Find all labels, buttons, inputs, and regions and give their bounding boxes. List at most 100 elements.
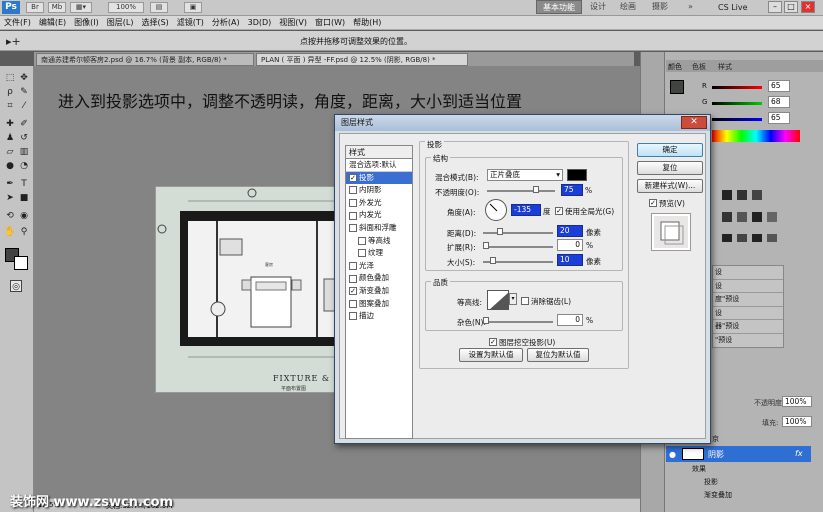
style-contour[interactable]: 等高线	[346, 235, 412, 248]
spread-slider[interactable]	[483, 246, 553, 248]
menu-analysis[interactable]: 分析(A)	[208, 16, 244, 30]
checkbox-icon[interactable]	[349, 186, 357, 195]
menu-file[interactable]: 文件(F)	[0, 16, 35, 30]
cs-live-button[interactable]: CS Live	[718, 1, 748, 14]
fx-icon[interactable]: fx	[795, 449, 803, 458]
g-slider[interactable]	[712, 102, 762, 105]
maximize-icon[interactable]: □	[784, 1, 798, 13]
history-brush-icon[interactable]: ↺	[18, 132, 30, 144]
workspace-painting[interactable]: 绘画	[614, 0, 642, 14]
style-drop-shadow[interactable]: ✓ 投影	[346, 171, 412, 185]
hand-tool-icon[interactable]: ✋	[4, 226, 16, 238]
brush-tool-icon[interactable]: ✐	[18, 118, 30, 130]
opacity-slider-thumb[interactable]	[533, 186, 539, 193]
noise-slider[interactable]	[483, 321, 553, 323]
preset-item[interactable]: 器"预设	[713, 320, 783, 334]
menu-window[interactable]: 窗口(W)	[311, 16, 349, 30]
r-value-field[interactable]: 65	[768, 80, 790, 92]
panel-fg-swatch[interactable]	[670, 80, 684, 94]
style-outer-glow[interactable]: 外发光	[346, 197, 412, 210]
menu-filter[interactable]: 滤镜(T)	[173, 16, 208, 30]
ok-button[interactable]: 确定	[637, 143, 703, 157]
preset-item[interactable]: 设	[713, 266, 783, 280]
b-value-field[interactable]: 65	[768, 112, 790, 124]
type-tool-icon[interactable]: T	[18, 178, 30, 190]
noise-field[interactable]: 0	[557, 314, 583, 326]
angle-field[interactable]: -135	[511, 204, 541, 216]
checkbox-icon[interactable]	[349, 262, 357, 271]
tab-swatches[interactable]: 色板	[692, 62, 706, 72]
lasso-tool-icon[interactable]: ρ	[4, 86, 16, 98]
style-satin[interactable]: 光泽	[346, 260, 412, 273]
style-gradient-overlay[interactable]: ✓ 渐变叠加	[346, 285, 412, 298]
menu-3d[interactable]: 3D(D)	[244, 16, 276, 30]
screen-mode-icon[interactable]: ▣	[184, 2, 202, 13]
set-default-button[interactable]: 设置为默认值	[459, 348, 523, 362]
minibridge-icon[interactable]: Mb	[48, 2, 66, 13]
3d-rotate-icon[interactable]: ⟲	[4, 210, 16, 222]
style-texture[interactable]: 纹理	[346, 247, 412, 260]
bridge-icon[interactable]: Br	[26, 2, 44, 13]
spread-field[interactable]: 0	[557, 239, 583, 251]
checkbox-icon[interactable]: ✓	[349, 287, 357, 296]
workspace-photography[interactable]: 摄影	[646, 0, 674, 14]
workspace-essentials[interactable]: 基本功能	[536, 0, 582, 14]
layer-name[interactable]: 阴影	[708, 449, 724, 460]
checkbox-icon[interactable]	[349, 274, 357, 283]
menu-layer[interactable]: 图层(L)	[103, 16, 138, 30]
effect-gradient-overlay[interactable]: 渐变叠加	[704, 490, 732, 500]
knockout-checkbox[interactable]: ✓	[489, 338, 497, 346]
tab-color[interactable]: 颜色	[668, 62, 682, 72]
move-tool-icon[interactable]: ▸+	[6, 35, 21, 48]
size-slider-thumb[interactable]	[490, 257, 496, 264]
checkbox-icon[interactable]	[358, 236, 366, 245]
checkbox-icon[interactable]	[349, 199, 357, 208]
spread-slider-thumb[interactable]	[483, 242, 489, 249]
global-light-checkbox[interactable]: ✓	[555, 207, 563, 215]
dodge-tool-icon[interactable]: ◔	[18, 160, 30, 172]
preset-item[interactable]: 设	[713, 280, 783, 293]
pen-tool-icon[interactable]: ✒	[4, 178, 16, 190]
checkbox-icon[interactable]: ✓	[349, 173, 357, 182]
opacity-slider[interactable]	[487, 190, 555, 192]
preset-item[interactable]: "预设	[713, 334, 783, 348]
style-inner-shadow[interactable]: 内阴影	[346, 184, 412, 197]
cancel-button[interactable]: 复位	[637, 161, 703, 175]
checkbox-icon[interactable]	[349, 211, 357, 220]
checkbox-icon[interactable]	[349, 312, 357, 321]
shadow-color-swatch[interactable]	[567, 169, 587, 181]
r-slider[interactable]	[712, 86, 762, 89]
preset-item[interactable]: 度"预设	[713, 293, 783, 307]
menu-view[interactable]: 视图(V)	[275, 16, 311, 30]
eye-icon[interactable]: ●	[669, 450, 676, 459]
workspace-design[interactable]: 设计	[584, 0, 612, 14]
layer-row-above[interactable]: 京	[712, 434, 719, 444]
checkbox-icon[interactable]	[349, 299, 357, 308]
b-slider[interactable]	[712, 118, 762, 121]
chevron-down-icon[interactable]: ▾	[509, 293, 517, 305]
new-style-button[interactable]: 新建样式(W)...	[637, 179, 703, 193]
color-spectrum[interactable]	[712, 130, 800, 142]
distance-field[interactable]: 20	[557, 225, 583, 237]
reset-default-button[interactable]: 复位为默认值	[527, 348, 589, 362]
clone-stamp-icon[interactable]: ♟	[4, 132, 16, 144]
style-stroke[interactable]: 描边	[346, 310, 412, 323]
checkbox-icon[interactable]	[358, 249, 366, 258]
distance-slider[interactable]	[483, 232, 553, 234]
distance-slider-thumb[interactable]	[497, 228, 503, 235]
shape-tool-icon[interactable]: ■	[18, 192, 30, 204]
quick-select-icon[interactable]: ✎	[18, 86, 30, 98]
preset-item[interactable]: 设	[713, 307, 783, 320]
opacity-field[interactable]: 75	[561, 184, 583, 196]
tab-styles[interactable]: 样式	[718, 62, 732, 72]
effect-drop-shadow[interactable]: 投影	[704, 477, 718, 487]
blur-tool-icon[interactable]: ●	[4, 160, 16, 172]
healing-brush-icon[interactable]: ✚	[4, 118, 16, 130]
menu-help[interactable]: 帮助(H)	[349, 16, 385, 30]
path-select-icon[interactable]: ➤	[4, 192, 16, 204]
doc-tab-1[interactable]: 南通苏建希尔顿客房2.psd @ 16.7% (背景 副本, RGB/8) *	[36, 53, 254, 66]
gradient-tool-icon[interactable]: ▥	[18, 146, 30, 158]
blend-options-item[interactable]: 混合选项:默认	[346, 159, 412, 172]
minimize-icon[interactable]: –	[768, 1, 782, 13]
blend-mode-select[interactable]: 正片叠底 ▾	[487, 169, 563, 181]
